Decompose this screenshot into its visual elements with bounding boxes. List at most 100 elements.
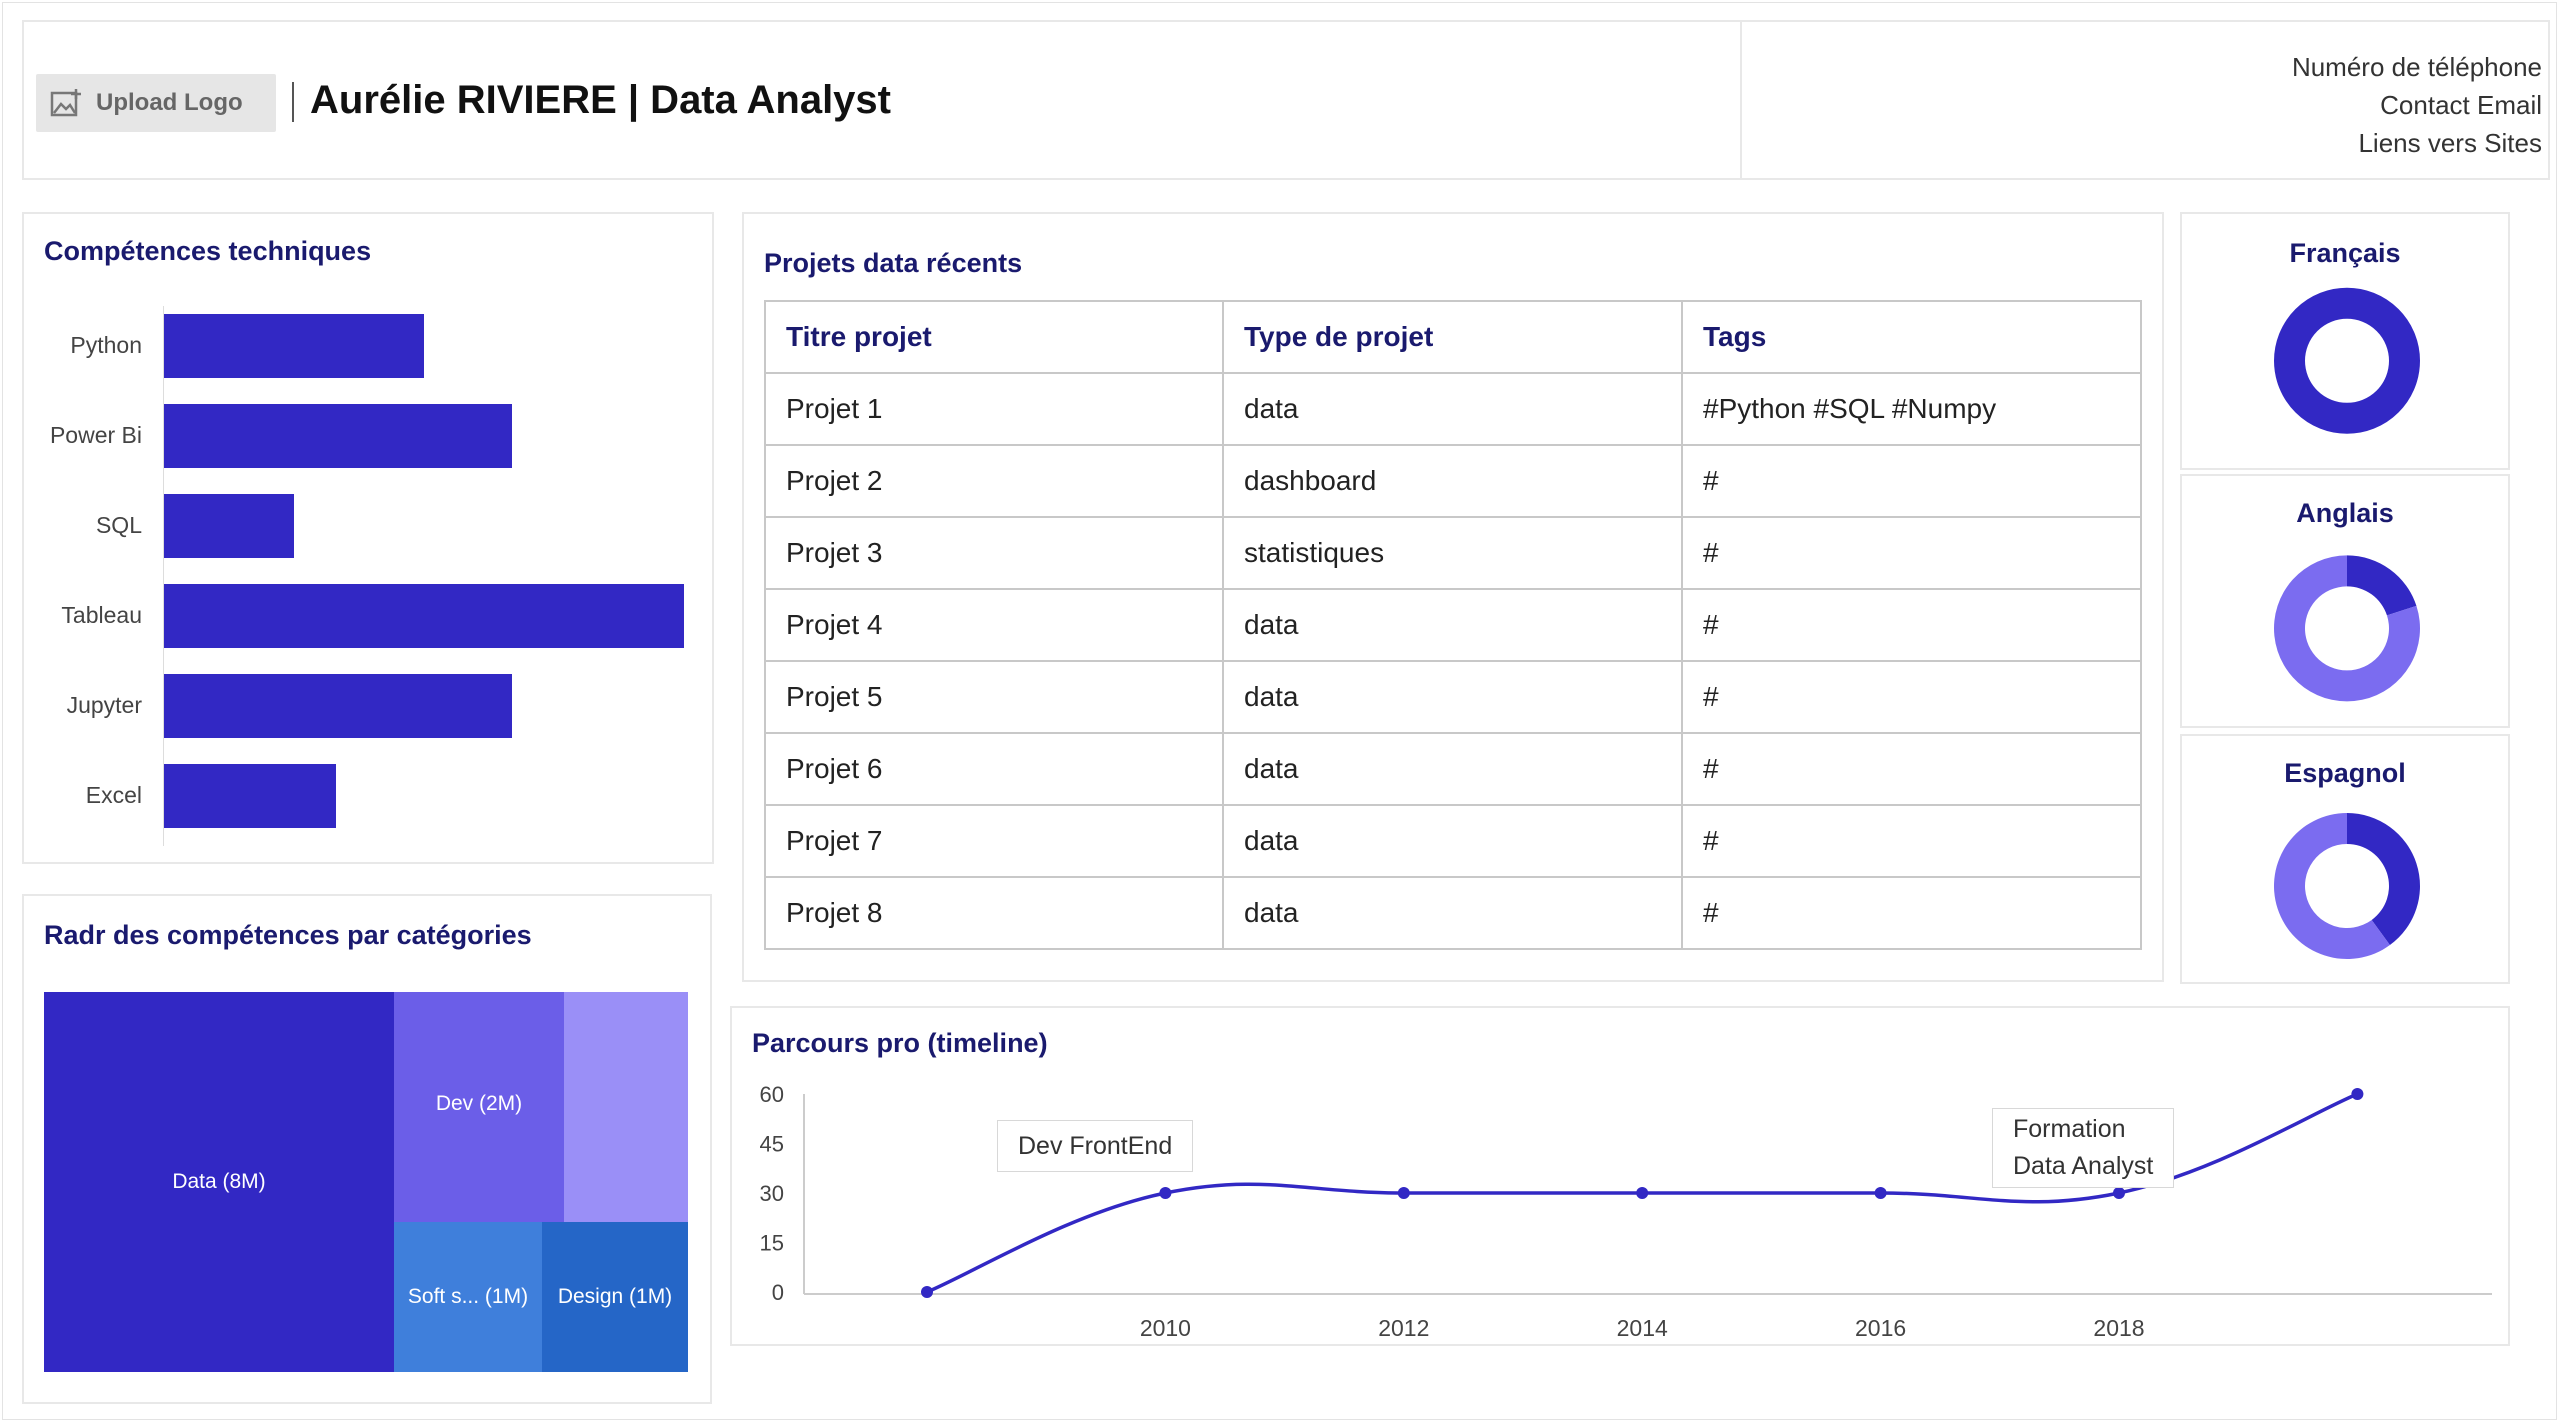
projects-title: Projets data récents [764,248,1023,278]
page-title: Aurélie RIVIERE | Data Analyst [310,78,891,122]
x-tick-label: 2010 [1140,1315,1191,1341]
contact-email[interactable]: Contact Email [2292,86,2542,124]
table-row[interactable]: Projet 3 statistiques # [764,516,2142,590]
timeline-point[interactable] [1397,1187,1410,1199]
column-header-type[interactable]: Type de projet [1222,300,1683,374]
table-cell: #Python #SQL #Numpy [1681,372,2142,446]
treemap-cell-soft-skills[interactable]: Soft s... (1M) [394,1222,542,1372]
table-cell: data [1222,732,1683,806]
contact-phone[interactable]: Numéro de téléphone [2292,48,2542,86]
timeline-chart: 60 45 30 15 0 2010 2012 2014 2016 2018 [760,1082,2492,1341]
donut-slice[interactable] [2274,287,2420,434]
timeline-point[interactable] [921,1286,933,1298]
skill-label: Python [70,332,142,358]
table-cell: data [1222,876,1683,950]
table-cell: Projet 7 [764,804,1224,878]
table-cell: Projet 3 [764,516,1224,590]
table-cell: data [1222,804,1683,878]
skill-label: Power Bi [49,422,142,448]
y-tick-label: 0 [772,1280,784,1305]
timeline-point[interactable] [2351,1088,2364,1100]
table-cell: # [1681,804,2142,878]
treemap-label: Soft s... (1M) [407,1285,529,1308]
treemap-label: Data (8M) [172,1170,266,1193]
skill-label: Jupyter [66,692,142,718]
y-tick-label: 60 [760,1082,784,1107]
timeline-point[interactable] [1159,1187,1172,1199]
skill-bar[interactable] [164,584,684,648]
upload-logo-button[interactable]: Upload Logo [36,74,276,132]
x-tick-label: 2018 [2093,1315,2144,1341]
table-cell: # [1681,660,2142,734]
table-cell: # [1681,516,2142,590]
table-row[interactable]: Projet 2 dashboard # [764,444,2142,518]
x-tick-label: 2016 [1855,1315,1906,1341]
treemap-title: Radr des compétences par catégories [44,920,532,950]
table-cell: # [1681,588,2142,662]
table-cell: dashboard [1222,444,1683,518]
timeline-point[interactable] [1874,1187,1887,1199]
projects-card: Projets data récents Titre projet Type d… [742,212,2164,982]
table-cell: Projet 8 [764,876,1224,950]
language-card-anglais: Anglais [2180,474,2510,728]
table-cell: data [1222,660,1683,734]
language-card-francais: Français [2180,212,2510,470]
x-tick-label: 2012 [1378,1315,1429,1341]
contact-card: Numéro de téléphone Contact Email Liens … [1740,20,2550,180]
skill-bar[interactable] [164,674,513,738]
contact-links[interactable]: Liens vers Sites [2292,124,2542,162]
table-cell: Projet 4 [764,588,1224,662]
column-header-tags[interactable]: Tags [1681,300,2142,374]
skill-bar[interactable] [164,494,294,558]
y-tick-label: 30 [760,1181,784,1206]
table-cell: data [1222,372,1683,446]
table-row[interactable]: Projet 7 data # [764,804,2142,878]
skills-treemap-card: Radr des compétences par catégories Data… [22,894,712,1404]
contact-list: Numéro de téléphone Contact Email Liens … [2292,48,2542,162]
table-cell: Projet 5 [764,660,1224,734]
table-cell: Projet 2 [764,444,1224,518]
table-header-row: Titre projet Type de projet Tags [764,300,2142,374]
skills-chart-card: Compétences techniques Python Power Bi SQL… [22,212,714,864]
image-upload-icon [50,89,81,117]
treemap-cell-dev[interactable]: Dev (2M) [394,992,564,1222]
table-row[interactable]: Projet 6 data # [764,732,2142,806]
donut-slice[interactable] [2347,555,2417,616]
skill-label: Excel [85,782,142,808]
language-card-espagnol: Espagnol [2180,734,2510,984]
language-donut-espagnol [2274,813,2420,959]
treemap-cell-data[interactable]: Data (8M) [44,992,394,1372]
header-card: Upload Logo Aurélie RIVIERE | Data Analy… [22,20,1744,180]
treemap-cell-other[interactable] [564,992,688,1222]
skill-bar[interactable] [164,314,424,378]
timeline-point[interactable] [1636,1187,1649,1199]
column-header-title[interactable]: Titre projet [764,300,1224,374]
table-row[interactable]: Projet 5 data # [764,660,2142,734]
table-row[interactable]: Projet 8 data # [764,876,2142,950]
timeline-point[interactable] [2113,1187,2125,1199]
table-row[interactable]: Projet 1 data #Python #SQL #Numpy [764,372,2142,446]
table-cell: Projet 6 [764,732,1224,806]
skill-bar[interactable] [164,764,336,828]
skill-bar[interactable] [164,404,513,468]
projects-table: Titre projet Type de projet Tags Projet … [764,300,2142,950]
timeline-card: Parcours pro (timeline) 60 45 30 15 0 2010 201… [730,1006,2510,1346]
x-tick-label: 2014 [1617,1315,1668,1341]
y-tick-label: 15 [760,1231,784,1256]
skill-label: Tableau [61,602,142,628]
donut-slice[interactable] [2347,813,2420,946]
projects-table-body: Projet 1 data #Python #SQL #Numpy Projet 2d… [764,372,2142,950]
table-row[interactable]: Projet 4 data # [764,588,2142,662]
treemap-cell-design[interactable]: Design (1M) [542,1222,688,1372]
treemap-label: Design (1M) [557,1285,673,1308]
language-donut-francais [2274,287,2420,434]
table-cell: data [1222,588,1683,662]
table-cell: Projet 1 [764,372,1224,446]
skill-label: SQL [95,512,142,538]
table-cell: # [1681,876,2142,950]
upload-logo-label: Upload Logo [96,89,243,116]
y-tick-label: 45 [760,1132,784,1157]
table-cell: # [1681,444,2142,518]
table-cell: statistiques [1222,516,1683,590]
timeline-annotation-formation: Formation Data Analyst [1992,1108,2175,1188]
